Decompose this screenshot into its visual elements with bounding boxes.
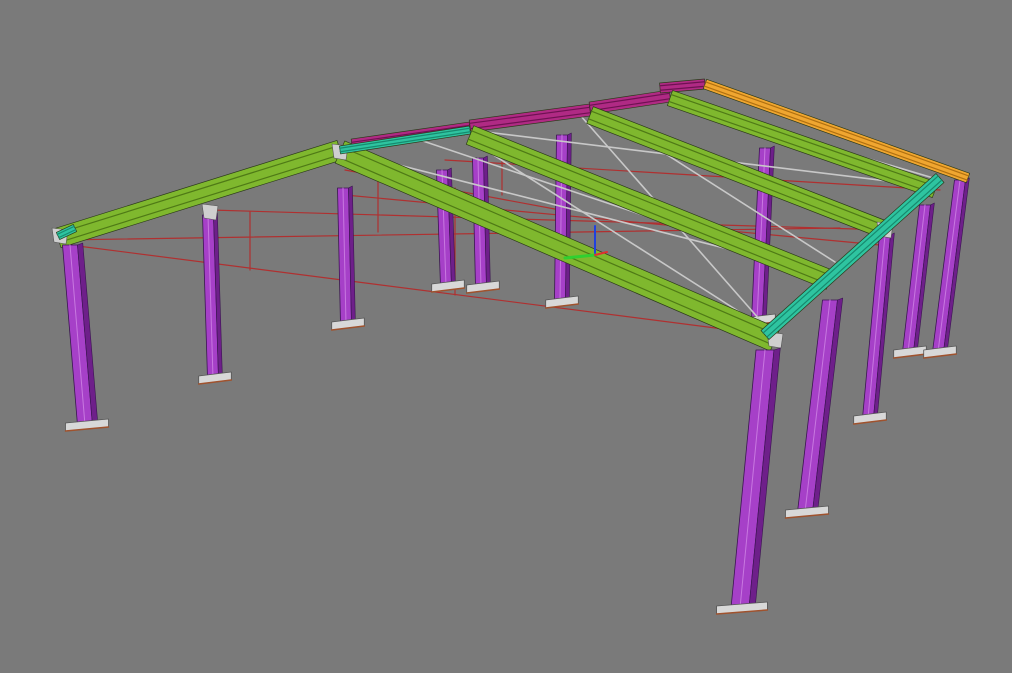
rafter-front-4-flange	[670, 93, 937, 188]
3d-viewport[interactable]	[0, 0, 1012, 673]
front-columns	[62, 242, 844, 615]
rafters	[51, 90, 938, 352]
column-front-2	[784, 297, 844, 519]
ridge-purlin-1	[468, 103, 592, 133]
rafter-left-end-a-flange	[58, 153, 342, 243]
column-back-7	[892, 202, 935, 359]
column-back-0	[197, 212, 233, 385]
column-back-1	[330, 185, 366, 331]
column-back-6	[852, 232, 895, 425]
structure-model[interactable]	[0, 0, 1012, 673]
ridge-purlin-3	[659, 78, 706, 94]
column-front-left	[62, 242, 110, 432]
column-front-corner	[715, 347, 781, 615]
floor-tie-2	[209, 209, 891, 231]
haunch-plate-3	[201, 203, 219, 221]
rafter-left-end-a-flange	[56, 145, 340, 235]
rafter-left-end-a	[54, 140, 344, 248]
